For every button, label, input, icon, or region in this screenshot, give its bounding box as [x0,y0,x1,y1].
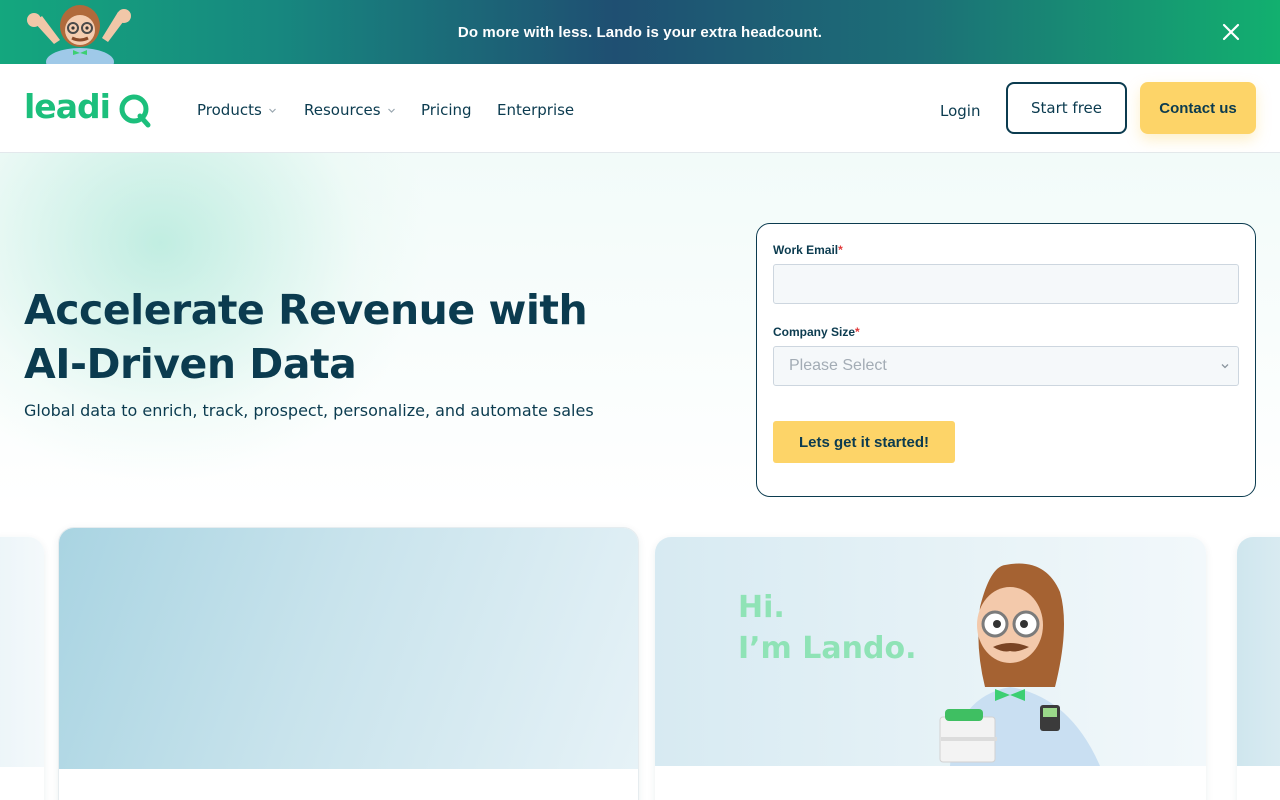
carousel-card-prev[interactable] [0,537,44,800]
nav-pricing[interactable]: Pricing [421,101,472,119]
company-size-select[interactable]: Please Select [773,346,1239,386]
svg-text:leadi: leadi [24,88,110,126]
required-mark: * [855,325,860,339]
company-size-placeholder: Please Select [789,357,887,374]
chevron-down-icon [387,108,395,113]
work-email-input[interactable] [773,264,1239,304]
card-image [1237,537,1280,766]
promo-banner: Do more with less. Lando is your extra h… [0,0,1280,64]
nav-resources-label: Resources [304,101,381,119]
company-size-label-text: Company Size [773,325,856,339]
nav-pricing-label: Pricing [421,101,472,119]
hero-title: Accelerate Revenue with AI-Driven Data [24,286,588,388]
lando-greeting: Hi. I’m Lando. [738,587,916,669]
required-mark: * [838,243,843,257]
banner-message: Do more with less. Lando is your extra h… [457,23,823,41]
nav-resources[interactable]: Resources [304,101,396,119]
hero-subtitle: Global data to enrich, track, prospect, … [24,401,594,420]
nav-products[interactable]: Products [197,101,277,119]
submit-button[interactable]: Lets get it started! [773,421,955,463]
lando-mascot-illustration [939,563,1100,766]
lando-greeting-line2: I’m Lando. [738,631,917,666]
contact-us-button[interactable]: Contact us [1140,82,1256,134]
close-icon[interactable] [1220,21,1242,43]
hero-section: Accelerate Revenue with AI-Driven Data G… [0,153,1280,800]
signup-form: Work Email* Company Size* Please Select … [756,223,1256,497]
leadiq-logo[interactable]: leadi [24,88,154,130]
carousel-card-next[interactable] [1237,537,1280,800]
nav-products-label: Products [197,101,262,119]
chevron-down-icon [1221,364,1229,369]
card-image [59,528,638,769]
card-image: Hi. I’m Lando. [655,537,1206,766]
work-email-label-text: Work Email [773,243,839,257]
lando-greeting-line1: Hi. [738,590,785,625]
carousel-card-lando[interactable]: Hi. I’m Lando. [655,537,1206,800]
mascot-icon [27,5,131,64]
work-email-label: Work Email* [773,243,843,257]
carousel-card[interactable] [58,527,639,800]
nav-enterprise[interactable]: Enterprise [497,101,574,119]
main-navigation: leadi Products Resources Pricing Enterpr… [0,64,1280,153]
nav-enterprise-label: Enterprise [497,101,575,119]
chevron-down-icon [268,108,276,113]
start-free-button[interactable]: Start free [1006,82,1127,134]
login-link[interactable]: Login [940,102,980,120]
card-image [0,537,44,767]
company-size-label: Company Size* [773,325,860,339]
